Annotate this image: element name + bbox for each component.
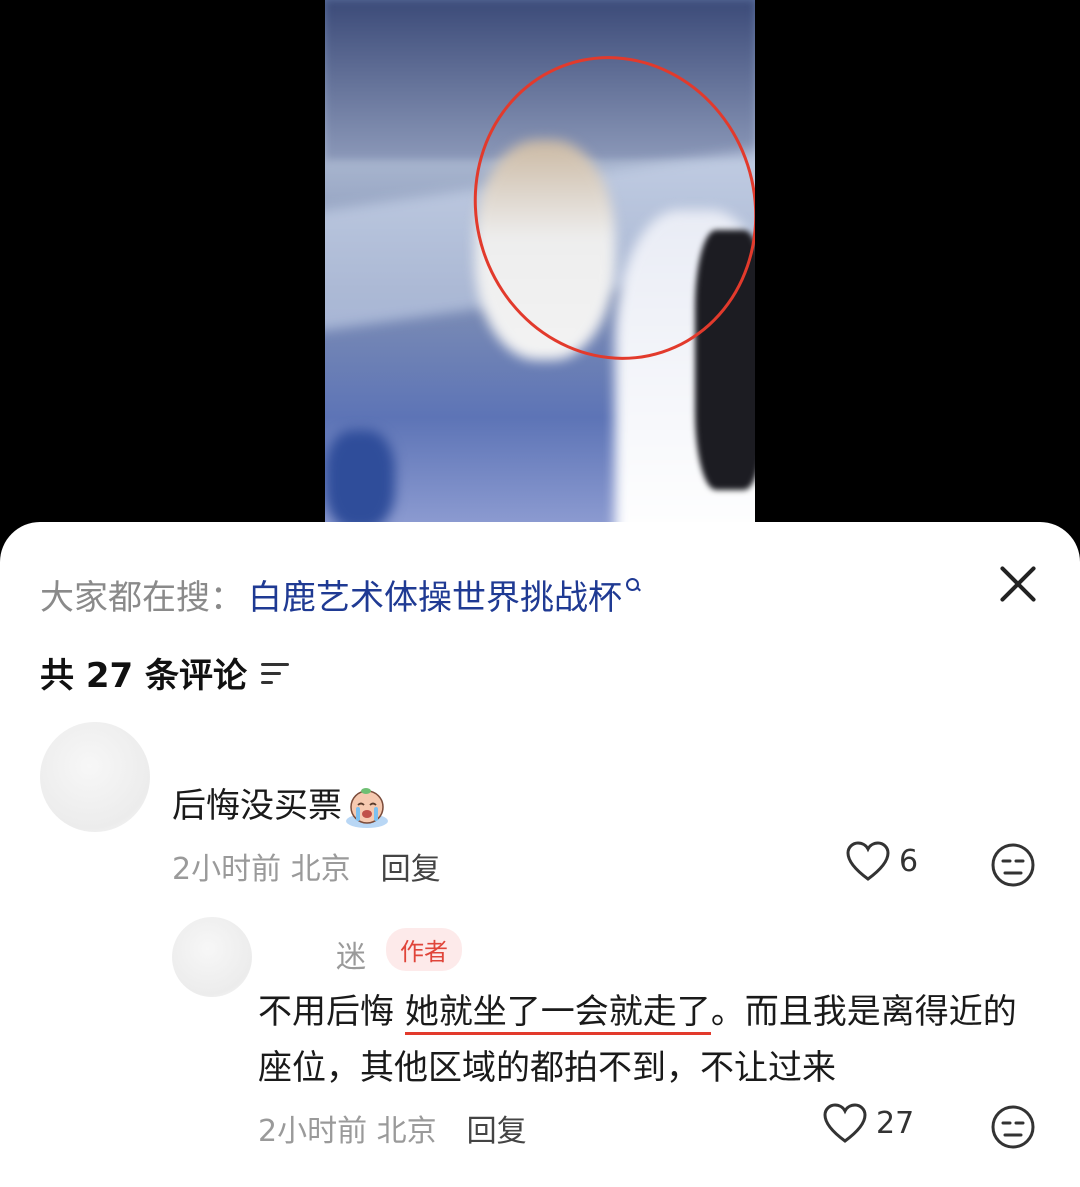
video-hand (325, 430, 395, 522)
reply-button[interactable]: 回复 (467, 1106, 527, 1150)
like-button[interactable]: 6 (845, 840, 918, 882)
comment-text-content: 后悔没买票 (172, 786, 342, 826)
avatar[interactable] (40, 722, 150, 832)
like-count: 6 (899, 843, 919, 879)
close-button[interactable] (996, 562, 1040, 606)
reply-button[interactable]: 回复 (381, 844, 441, 888)
author-badge: 作者 (386, 928, 462, 971)
trending-search-prefix: 大家都在搜： (40, 577, 244, 618)
video-frame[interactable] (325, 0, 755, 522)
crying-face-emoji-icon (344, 787, 390, 829)
like-count: 27 (876, 1105, 915, 1141)
dislike-button[interactable] (990, 1104, 1036, 1150)
meh-face-icon (991, 843, 1035, 887)
comment-time-location: 2小时前 北京 (258, 1114, 437, 1149)
meh-face-icon (991, 1105, 1035, 1149)
comment-meta: 2小时前 北京 回复 (258, 1106, 527, 1150)
like-button[interactable]: 27 (822, 1102, 914, 1144)
heart-icon (823, 1103, 867, 1143)
avatar[interactable] (172, 917, 252, 997)
comment-text-plain: 不用后悔 (258, 992, 405, 1032)
trending-search-row[interactable]: 大家都在搜： 白鹿艺术体操世界挑战杯 (40, 566, 1020, 622)
search-icon (626, 578, 640, 592)
comment-panel: 大家都在搜： 白鹿艺术体操世界挑战杯 共 27 条评论 后悔没买票 2小时前 北… (0, 522, 1080, 1187)
comment-count-row: 共 27 条评论 (40, 648, 289, 697)
comment-time-location: 2小时前 北京 (172, 852, 351, 887)
comment-text-underlined: 她就坐了一会就走了 (404, 992, 711, 1035)
video-area (0, 0, 1080, 540)
sort-icon[interactable] (261, 661, 289, 685)
comment-username[interactable]: 迷 (336, 932, 366, 976)
trending-search-link[interactable]: 白鹿艺术体操世界挑战杯 (248, 570, 622, 619)
comment-meta: 2小时前 北京 回复 (172, 844, 441, 888)
comment-text: 不用后悔 她就坐了一会就走了。而且我是离得近的座位，其他区域的都拍不到，不让过来 (258, 984, 1038, 1096)
heart-icon (846, 841, 890, 881)
comment-count: 共 27 条评论 (40, 656, 247, 696)
comment-text: 后悔没买票 (172, 778, 390, 834)
dislike-button[interactable] (990, 842, 1036, 888)
